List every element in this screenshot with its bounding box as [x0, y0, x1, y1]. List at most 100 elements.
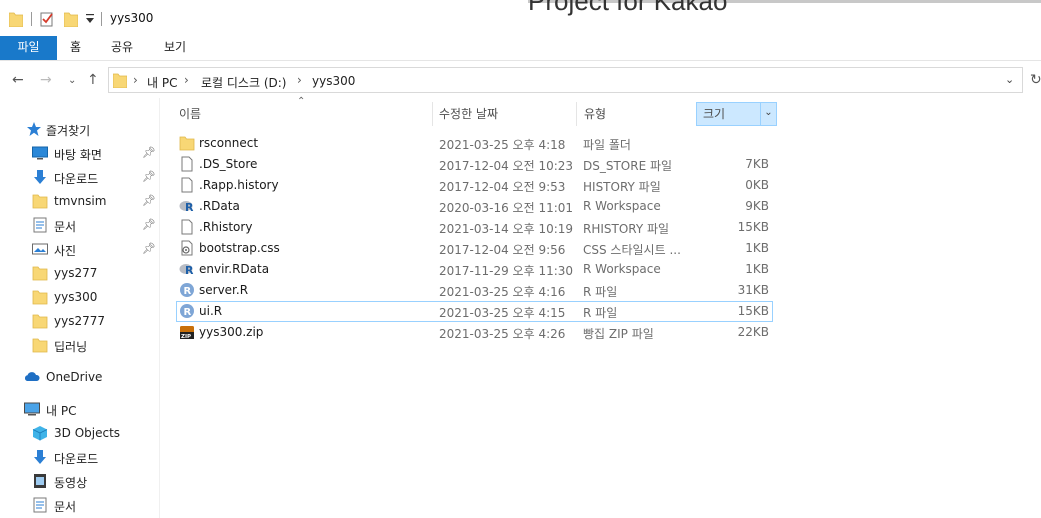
customize-toolbar-icon[interactable]: [86, 14, 94, 24]
r-file-icon: R: [180, 283, 194, 297]
videos-icon: [34, 474, 46, 488]
tab-view[interactable]: 보기: [164, 36, 186, 60]
file-name: .DS_Store: [199, 157, 258, 171]
file-type: R 파일: [583, 306, 618, 320]
address-bar[interactable]: › 내 PC › 로컬 디스크 (D:) › yys300 ⌄: [108, 67, 1023, 93]
file-row-selected[interactable]: R ui.R 2021-03-25 오후 4:15 R 파일 15KB: [176, 301, 773, 322]
file-type: DS_STORE 파일: [583, 159, 673, 173]
tab-file[interactable]: 파일: [0, 36, 57, 60]
file-row[interactable]: R envir.RData 2017-11-29 오후 11:30 R Work…: [176, 259, 773, 280]
sidebar-item-3d-objects[interactable]: 3D Objects: [32, 422, 158, 444]
r-workspace-icon: R: [179, 201, 194, 214]
sidebar-item-tmvnsim[interactable]: tmvnsim 📌︎: [32, 190, 158, 212]
file-size: 15KB: [737, 304, 769, 318]
breadcrumb-local-disk[interactable]: 로컬 디스크 (D:): [201, 74, 286, 91]
file-row[interactable]: R .RData 2020-03-16 오전 11:01 R Workspace…: [176, 196, 773, 217]
pin-icon[interactable]: 📌︎: [142, 170, 156, 183]
file-row[interactable]: bootstrap.css 2017-12-04 오전 9:56 CSS 스타일…: [176, 238, 773, 259]
pin-icon[interactable]: 📌︎: [142, 218, 156, 231]
column-header-date[interactable]: 수정한 날짜: [439, 102, 571, 126]
file-name: yys300.zip: [199, 325, 264, 339]
folder-icon: [32, 266, 48, 281]
column-header-name[interactable]: 이름: [179, 102, 429, 126]
3d-objects-icon: [32, 426, 48, 441]
file-date: 2021-03-25 오후 4:18: [439, 138, 566, 152]
breadcrumb-this-pc[interactable]: 내 PC: [147, 74, 177, 91]
chevron-right-icon[interactable]: ›: [133, 73, 138, 87]
file-type: 파일 폴더: [583, 138, 631, 152]
folder-icon: [32, 338, 48, 353]
onedrive-cloud-icon: [24, 372, 40, 381]
pictures-icon: [32, 243, 48, 255]
file-name: ui.R: [199, 304, 223, 318]
svg-text:R: R: [184, 286, 192, 297]
sidebar-item-yys300[interactable]: yys300: [32, 286, 158, 308]
file-icon: [181, 219, 193, 235]
pin-icon[interactable]: 📌︎: [142, 242, 156, 255]
folder-icon: [113, 73, 127, 88]
file-row[interactable]: rsconnect 2021-03-25 오후 4:18 파일 폴더: [176, 133, 773, 154]
forward-arrow-icon[interactable]: →: [40, 72, 52, 88]
refresh-icon[interactable]: ↻: [1030, 72, 1041, 88]
file-row[interactable]: ZIP yys300.zip 2021-03-25 오후 4:26 빵집 ZIP…: [176, 322, 773, 343]
column-header-type[interactable]: 유형: [584, 102, 690, 126]
folder-icon: [32, 290, 48, 305]
sidebar-item-deep-learning[interactable]: 딥러닝: [32, 334, 158, 356]
back-arrow-icon[interactable]: ←: [12, 72, 24, 88]
sidebar-item-videos[interactable]: 동영상: [32, 470, 158, 492]
file-size: 22KB: [737, 325, 769, 339]
file-size: 9KB: [745, 199, 769, 213]
documents-icon: [33, 217, 47, 233]
pin-icon[interactable]: 📌︎: [142, 194, 156, 207]
desktop-icon: [32, 146, 48, 160]
file-type: RHISTORY 파일: [583, 222, 670, 236]
star-icon: [27, 122, 41, 136]
file-date: 2021-03-25 오후 4:15: [439, 306, 566, 320]
file-type: R 파일: [583, 285, 618, 299]
breadcrumb-current-folder[interactable]: yys300: [312, 74, 355, 88]
sidebar-item-yys277[interactable]: yys277: [32, 262, 158, 284]
documents-icon: [33, 497, 47, 513]
up-arrow-icon[interactable]: ↑: [87, 72, 99, 88]
chevron-right-icon[interactable]: ›: [184, 73, 189, 87]
computer-icon: [24, 402, 40, 416]
sidebar-item-yys2777[interactable]: yys2777: [32, 310, 158, 332]
sidebar-item-pc-downloads[interactable]: 다운로드: [32, 446, 158, 468]
column-resize-handle[interactable]: [576, 102, 577, 126]
sidebar-item-pictures[interactable]: 사진 📌︎: [32, 238, 158, 260]
svg-text:R: R: [184, 307, 192, 318]
sidebar-item-quick-access[interactable]: 즐겨찾기: [24, 118, 154, 140]
address-history-chevron-icon[interactable]: ⌄: [1005, 73, 1014, 86]
sidebar-item-pc-documents[interactable]: 문서: [32, 494, 158, 516]
file-type: HISTORY 파일: [583, 180, 661, 194]
recent-locations-chevron-icon[interactable]: ⌄: [68, 75, 76, 86]
file-date: 2021-03-14 오후 10:19: [439, 222, 574, 236]
file-size: 15KB: [737, 220, 769, 234]
sidebar-item-this-pc[interactable]: 내 PC: [24, 398, 154, 420]
sidebar-item-onedrive[interactable]: OneDrive: [24, 366, 154, 388]
zip-file-icon: ZIP: [180, 326, 194, 340]
window-title: yys300: [110, 11, 154, 25]
download-icon: [34, 450, 46, 464]
properties-icon[interactable]: [39, 11, 55, 27]
file-size: 1KB: [745, 241, 769, 255]
file-row[interactable]: .Rapp.history 2017-12-04 오전 9:53 HISTORY…: [176, 175, 773, 196]
file-date: 2020-03-16 오전 11:01: [439, 201, 574, 215]
column-filter-chevron-icon[interactable]: ⌄: [760, 103, 776, 125]
file-name: envir.RData: [199, 262, 270, 276]
tab-home[interactable]: 홈: [70, 36, 81, 60]
chevron-right-icon[interactable]: ›: [297, 73, 302, 87]
sidebar-item-desktop[interactable]: 바탕 화면 📌︎: [32, 142, 158, 164]
sidebar-item-documents[interactable]: 문서 📌︎: [32, 214, 158, 236]
file-row[interactable]: .Rhistory 2021-03-14 오후 10:19 RHISTORY 파…: [176, 217, 773, 238]
svg-text:R: R: [185, 264, 194, 277]
file-date: 2017-12-04 오전 9:53: [439, 180, 566, 194]
tab-share[interactable]: 공유: [111, 36, 133, 60]
pin-icon[interactable]: 📌︎: [142, 146, 156, 159]
column-resize-handle[interactable]: [432, 102, 433, 126]
file-row[interactable]: R server.R 2021-03-25 오후 4:16 R 파일 31KB: [176, 280, 773, 301]
new-folder-icon[interactable]: [64, 11, 78, 27]
sidebar-item-downloads[interactable]: 다운로드 📌︎: [32, 166, 158, 188]
file-row[interactable]: .DS_Store 2017-12-04 오전 10:23 DS_STORE 파…: [176, 154, 773, 175]
file-type: R Workspace: [583, 199, 661, 213]
